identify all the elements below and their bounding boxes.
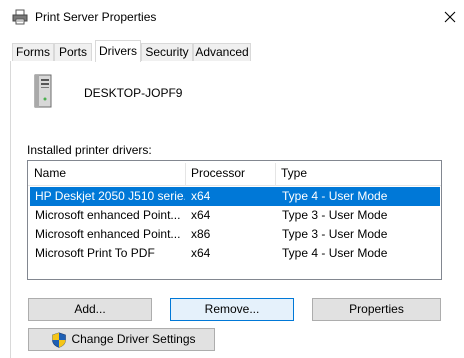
- tab-label: Security: [145, 45, 189, 59]
- table-row[interactable]: Microsoft Print To PDF x64 Type 4 - User…: [30, 244, 440, 263]
- column-header-name[interactable]: Name: [28, 161, 185, 186]
- server-name: DESKTOP-JOPF9: [84, 86, 183, 100]
- close-icon: [444, 11, 456, 23]
- table-row[interactable]: Microsoft enhanced Point... x64 Type 3 -…: [30, 206, 440, 225]
- tab-label: Ports: [58, 45, 87, 59]
- window-title: Print Server Properties: [35, 10, 157, 24]
- table-row[interactable]: HP Deskjet 2050 J510 serie... x64 Type 4…: [30, 187, 440, 206]
- installed-drivers-label: Installed printer drivers:: [27, 143, 152, 157]
- driver-name: Microsoft enhanced Point...: [35, 227, 181, 241]
- close-button[interactable]: [436, 2, 464, 32]
- driver-type: Type 4 - User Mode: [282, 189, 388, 203]
- table-row[interactable]: Microsoft enhanced Point... x86 Type 3 -…: [30, 225, 440, 244]
- tab-ports[interactable]: Ports: [54, 43, 92, 62]
- printer-icon: [12, 9, 28, 25]
- properties-button[interactable]: Properties: [312, 298, 441, 321]
- tab-label: Forms: [16, 45, 50, 59]
- computer-tower-icon: [32, 74, 54, 108]
- driver-name: Microsoft Print To PDF: [35, 246, 155, 260]
- uac-shield-icon: [51, 332, 67, 348]
- column-header-processor[interactable]: Processor: [185, 161, 275, 186]
- change-driver-settings-label: Change Driver Settings: [71, 332, 196, 346]
- driver-type: Type 3 - User Mode: [282, 227, 388, 241]
- list-header: Name Processor Type: [28, 161, 441, 186]
- title-bar: Print Server Properties: [0, 0, 464, 36]
- remove-button[interactable]: Remove...: [170, 298, 294, 321]
- driver-processor: x64: [191, 208, 211, 222]
- tab-label: Advanced: [195, 45, 249, 59]
- add-button[interactable]: Add...: [28, 298, 152, 321]
- drivers-list[interactable]: Name Processor Type HP Deskjet 2050 J510…: [27, 160, 442, 280]
- driver-type: Type 3 - User Mode: [282, 208, 388, 222]
- driver-processor: x64: [191, 246, 211, 260]
- driver-type: Type 4 - User Mode: [282, 246, 388, 260]
- tab-forms[interactable]: Forms: [12, 43, 54, 62]
- change-driver-settings-button[interactable]: Change Driver Settings: [28, 328, 215, 351]
- tab-advanced[interactable]: Advanced: [193, 43, 251, 62]
- driver-processor: x86: [191, 227, 211, 241]
- driver-processor: x64: [191, 189, 211, 203]
- tab-label: Drivers: [99, 44, 137, 58]
- tab-security[interactable]: Security: [141, 43, 193, 62]
- column-header-type[interactable]: Type: [275, 161, 441, 186]
- tab-drivers[interactable]: Drivers: [95, 40, 141, 62]
- driver-name: Microsoft enhanced Point...: [35, 208, 181, 222]
- driver-name: HP Deskjet 2050 J510 serie...: [35, 189, 185, 203]
